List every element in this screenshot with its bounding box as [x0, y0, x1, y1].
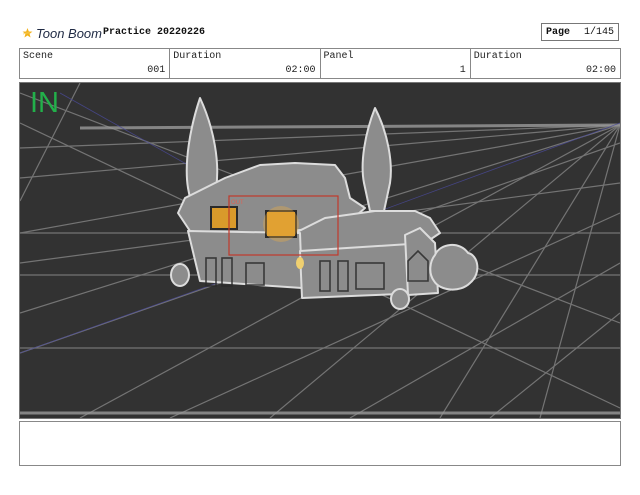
scene-duration-value[interactable]: 02:00 [285, 65, 315, 76]
project-title: Practice 20220226 [103, 27, 206, 38]
panel-duration-cell: Duration 02:00 [471, 49, 620, 78]
out-marker: OUT [231, 200, 244, 206]
panel-duration-label: Duration [473, 51, 522, 62]
storyboard-header: Toon Boom Practice 20220226 Page 1/145 [0, 0, 640, 48]
house-drawing [170, 97, 479, 310]
panel-info-row: Scene 001 Duration 02:00 Panel 1 Duratio… [19, 48, 621, 79]
page-value: 1/145 [583, 26, 614, 38]
panel-cell: Panel 1 [321, 49, 471, 78]
brand-name: Toon Boom [35, 25, 102, 41]
page-label: Page [546, 26, 571, 38]
star-logo-icon [22, 28, 33, 38]
panel-duration-value[interactable]: 02:00 [586, 65, 616, 76]
page-indicator: Page 1/145 [541, 23, 619, 41]
panel-value[interactable]: 1 [460, 65, 466, 76]
storyboard-panel-frame[interactable]: OUT IN [19, 82, 621, 419]
scene-value[interactable]: 001 [147, 65, 165, 76]
panel-drawing: OUT [20, 83, 620, 418]
panel-notes-box[interactable] [19, 421, 621, 466]
scene-duration-cell: Duration 02:00 [170, 49, 321, 78]
brand-logo: Toon Boom [22, 22, 102, 44]
scene-cell: Scene 001 [20, 49, 171, 78]
scene-label: Scene [23, 51, 54, 62]
in-marker: IN [30, 87, 59, 119]
scene-duration-label: Duration [173, 51, 222, 62]
panel-label: Panel [323, 51, 354, 62]
